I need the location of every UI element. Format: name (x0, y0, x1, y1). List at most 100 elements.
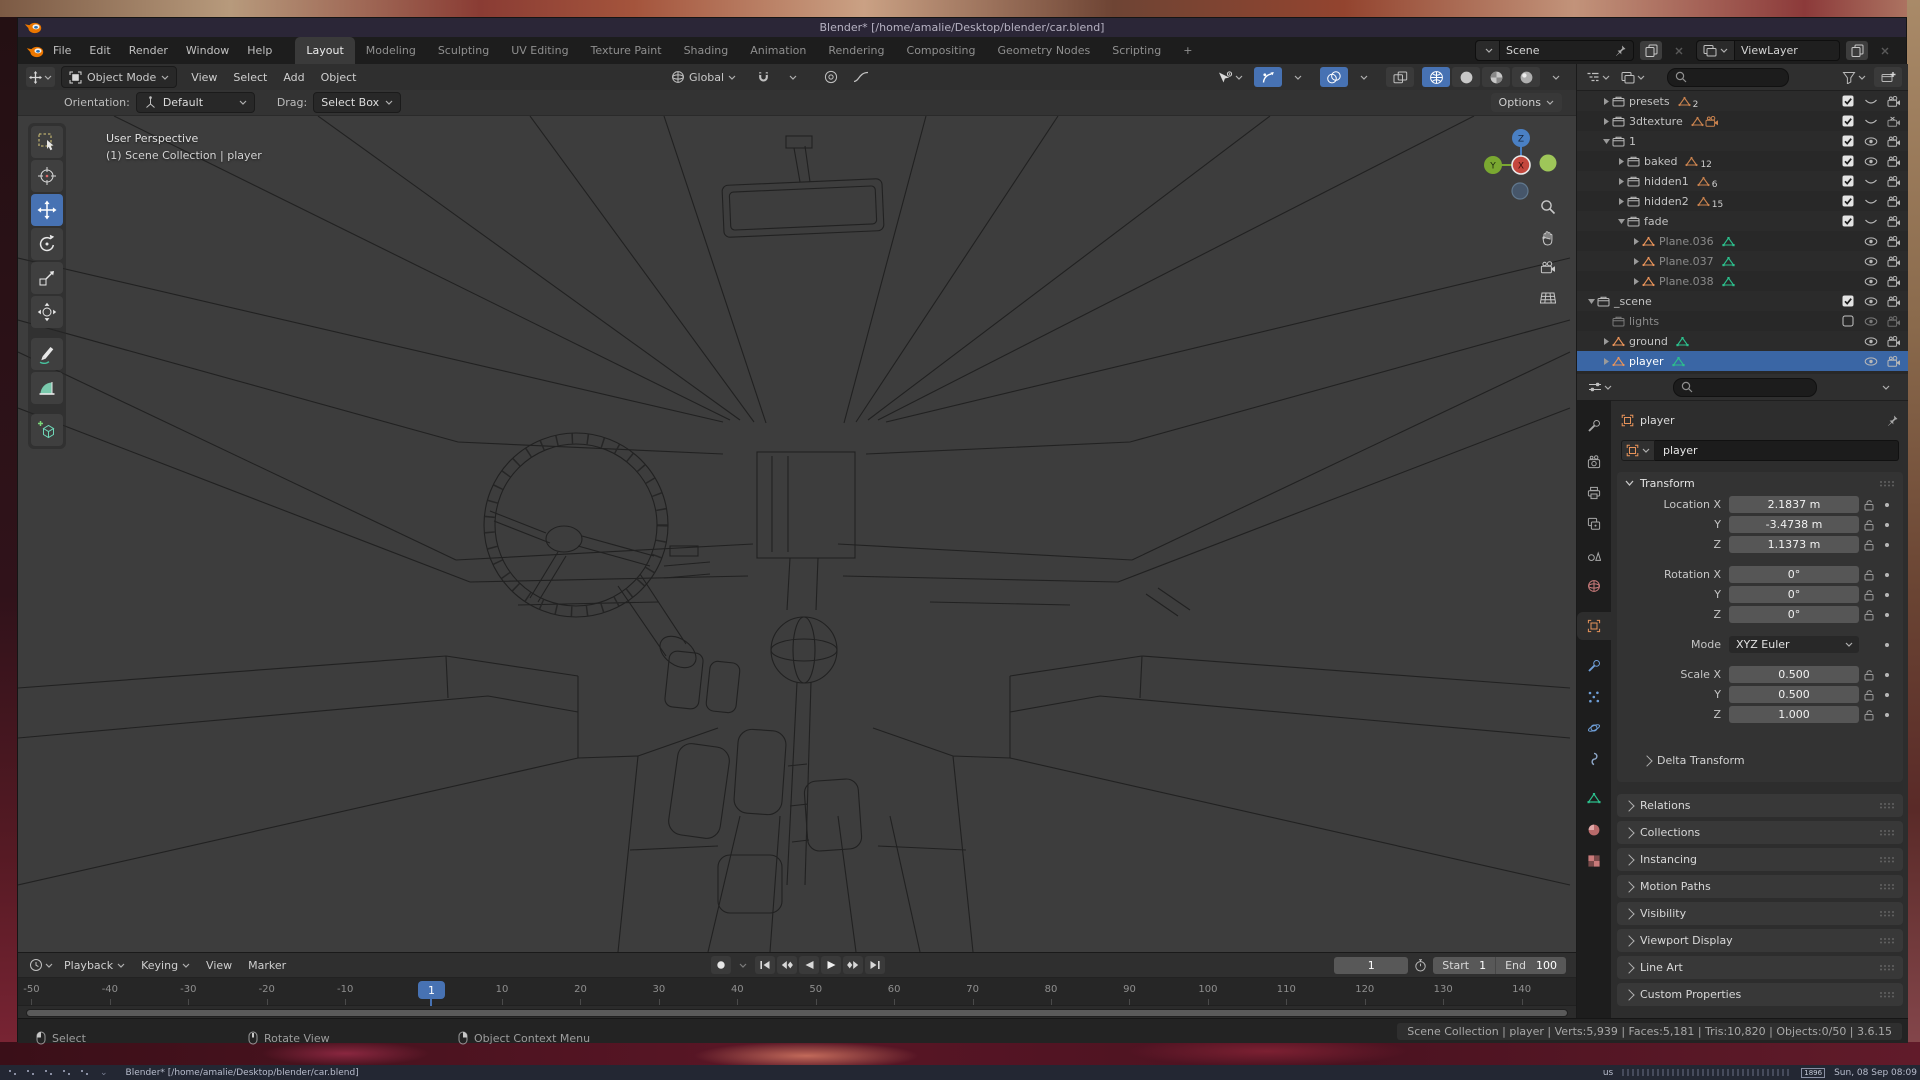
timeline-menu-keying[interactable]: Keying (133, 959, 198, 972)
xray-toggle[interactable] (1386, 67, 1414, 87)
timeline-ruler[interactable]: -50-40-30-20-101020304050607080901001101… (18, 978, 1576, 1006)
workspace-icon[interactable] (25, 1068, 36, 1077)
menu-edit[interactable]: Edit (80, 37, 119, 64)
expander-icon[interactable] (1600, 137, 1612, 145)
workspace-tab-sculpting[interactable]: Sculpting (427, 37, 500, 64)
workspace-tab-shading[interactable]: Shading (673, 37, 740, 64)
outliner-row-plane-038[interactable]: Plane.038 (1577, 271, 1908, 291)
workspace-tab-geometry-nodes[interactable]: Geometry Nodes (986, 37, 1101, 64)
value-field[interactable]: 0.500 (1729, 666, 1859, 683)
panel-collections[interactable]: Collections (1617, 821, 1903, 844)
taskbar-arrow-icon[interactable]: ⌄ (100, 1068, 108, 1078)
properties-tab-tool[interactable] (1577, 412, 1611, 440)
expander-icon[interactable] (1630, 237, 1642, 246)
camera-icon[interactable] (1886, 276, 1902, 287)
timeline-menu-playback[interactable]: Playback (56, 959, 133, 972)
delta-transform-panel[interactable]: Delta Transform (1643, 754, 1745, 767)
panel-grip-icon[interactable] (1879, 856, 1895, 863)
snap-toggle[interactable] (749, 67, 777, 87)
play-button[interactable] (821, 956, 841, 974)
exclude-checkbox[interactable] (1840, 215, 1856, 227)
keyboard-layout[interactable]: us (1603, 1068, 1613, 1078)
viewport-menu-view[interactable]: View (183, 71, 225, 84)
properties-tab-world[interactable] (1577, 572, 1611, 600)
tool-annotate-button[interactable] (31, 338, 63, 370)
eye-open-icon[interactable] (1863, 317, 1879, 326)
exclude-checkbox[interactable] (1840, 315, 1856, 327)
outliner-search[interactable] (1667, 68, 1789, 87)
animate-dot-icon[interactable] (1879, 501, 1895, 509)
filter-dropdown[interactable] (1839, 67, 1869, 87)
animate-dot-icon[interactable] (1879, 591, 1895, 599)
outliner-row-1[interactable]: 1 (1577, 131, 1908, 151)
panel-grip-icon[interactable] (1879, 883, 1895, 890)
tool-measure-button[interactable] (31, 372, 63, 404)
snap-dropdown[interactable] (779, 67, 807, 87)
camera-icon[interactable] (1886, 336, 1902, 347)
options-dropdown[interactable]: Options (1491, 93, 1562, 112)
eye-closed-icon[interactable] (1863, 197, 1879, 206)
outliner-row-plane-036[interactable]: Plane.036 (1577, 231, 1908, 251)
taskbar-clock[interactable]: Sun, 08 Sep 08:09 (1834, 1068, 1917, 1078)
panel-grip-icon[interactable] (1879, 964, 1895, 971)
tool-move-button[interactable] (31, 194, 63, 226)
value-field[interactable]: -3.4738 m (1729, 516, 1859, 533)
camera-icon[interactable] (1886, 216, 1902, 227)
animate-dot-icon[interactable] (1879, 541, 1895, 549)
workspace-tab-scripting[interactable]: Scripting (1101, 37, 1172, 64)
camera-view-button[interactable] (1535, 254, 1561, 280)
timeline-menu-marker[interactable]: Marker (240, 959, 294, 972)
value-field[interactable]: 0° (1729, 566, 1859, 583)
outliner-row-hidden2[interactable]: hidden215 (1577, 191, 1908, 211)
exclude-checkbox[interactable] (1840, 195, 1856, 207)
viewlayer-delete-button[interactable] (1874, 41, 1896, 60)
animate-dot-icon[interactable] (1879, 711, 1895, 719)
eye-closed-icon[interactable] (1863, 97, 1879, 106)
panel-visibility[interactable]: Visibility (1617, 902, 1903, 925)
taskbar-app-entry[interactable]: Blender* [/home/amalie/Desktop/blender/c… (126, 1068, 359, 1078)
workspace-tab--[interactable]: + (1172, 37, 1203, 64)
lock-icon[interactable] (1859, 569, 1879, 581)
properties-tab-output[interactable] (1577, 479, 1611, 507)
expander-icon[interactable] (1630, 277, 1642, 286)
animate-dot-icon[interactable] (1879, 611, 1895, 619)
breadcrumb-object[interactable]: player (1640, 414, 1675, 427)
timeline-editor-dropdown[interactable] (26, 955, 56, 975)
eye-open-icon[interactable] (1863, 357, 1879, 366)
properties-options-dropdown[interactable] (1872, 377, 1900, 397)
transform-panel-header[interactable]: Transform (1617, 472, 1903, 494)
window-titlebar[interactable]: Blender* [/home/amalie/Desktop/blender/c… (18, 18, 1906, 37)
exclude-checkbox[interactable] (1840, 115, 1856, 127)
properties-tab-scene[interactable] (1577, 541, 1611, 569)
panel-grip-icon[interactable] (1879, 937, 1895, 944)
panel-instancing[interactable]: Instancing (1617, 848, 1903, 871)
object-id-dropdown[interactable] (1621, 440, 1655, 461)
outliner-row-ground[interactable]: ground (1577, 331, 1908, 351)
object-name-field[interactable]: player (1655, 440, 1899, 461)
properties-editor-dropdown[interactable] (1585, 377, 1615, 397)
exclude-checkbox[interactable] (1840, 155, 1856, 167)
properties-tab-modifiers[interactable] (1577, 652, 1611, 680)
exclude-checkbox[interactable] (1840, 295, 1856, 307)
properties-tab-constraints[interactable] (1577, 745, 1611, 773)
properties-tab-render[interactable] (1577, 448, 1611, 476)
expander-icon[interactable] (1600, 97, 1612, 106)
camera-icon[interactable] (1886, 356, 1902, 367)
tool-rotate-button[interactable] (31, 228, 63, 260)
jump-start-button[interactable] (755, 956, 775, 974)
expander-icon[interactable] (1615, 177, 1627, 186)
show-overlays-toggle[interactable] (1320, 67, 1348, 87)
panel-viewport-display[interactable]: Viewport Display (1617, 929, 1903, 952)
3d-viewport[interactable]: Orientation: Default Drag: Select Box Op… (18, 90, 1576, 952)
outliner-row-presets[interactable]: presets2 (1577, 91, 1908, 111)
jump-end-button[interactable] (865, 956, 885, 974)
animate-dot-icon[interactable] (1879, 571, 1895, 579)
menu-help[interactable]: Help (238, 37, 281, 64)
animate-dot-icon[interactable] (1879, 521, 1895, 529)
pin-icon[interactable] (1614, 44, 1627, 57)
workspace-tab-layout[interactable]: Layout (295, 37, 354, 64)
shading-solid-button[interactable] (1452, 67, 1480, 87)
mode-dropdown[interactable]: XYZ Euler (1729, 636, 1859, 653)
panel-grip-icon[interactable] (1879, 802, 1895, 809)
prev-keyframe-button[interactable] (777, 956, 797, 974)
